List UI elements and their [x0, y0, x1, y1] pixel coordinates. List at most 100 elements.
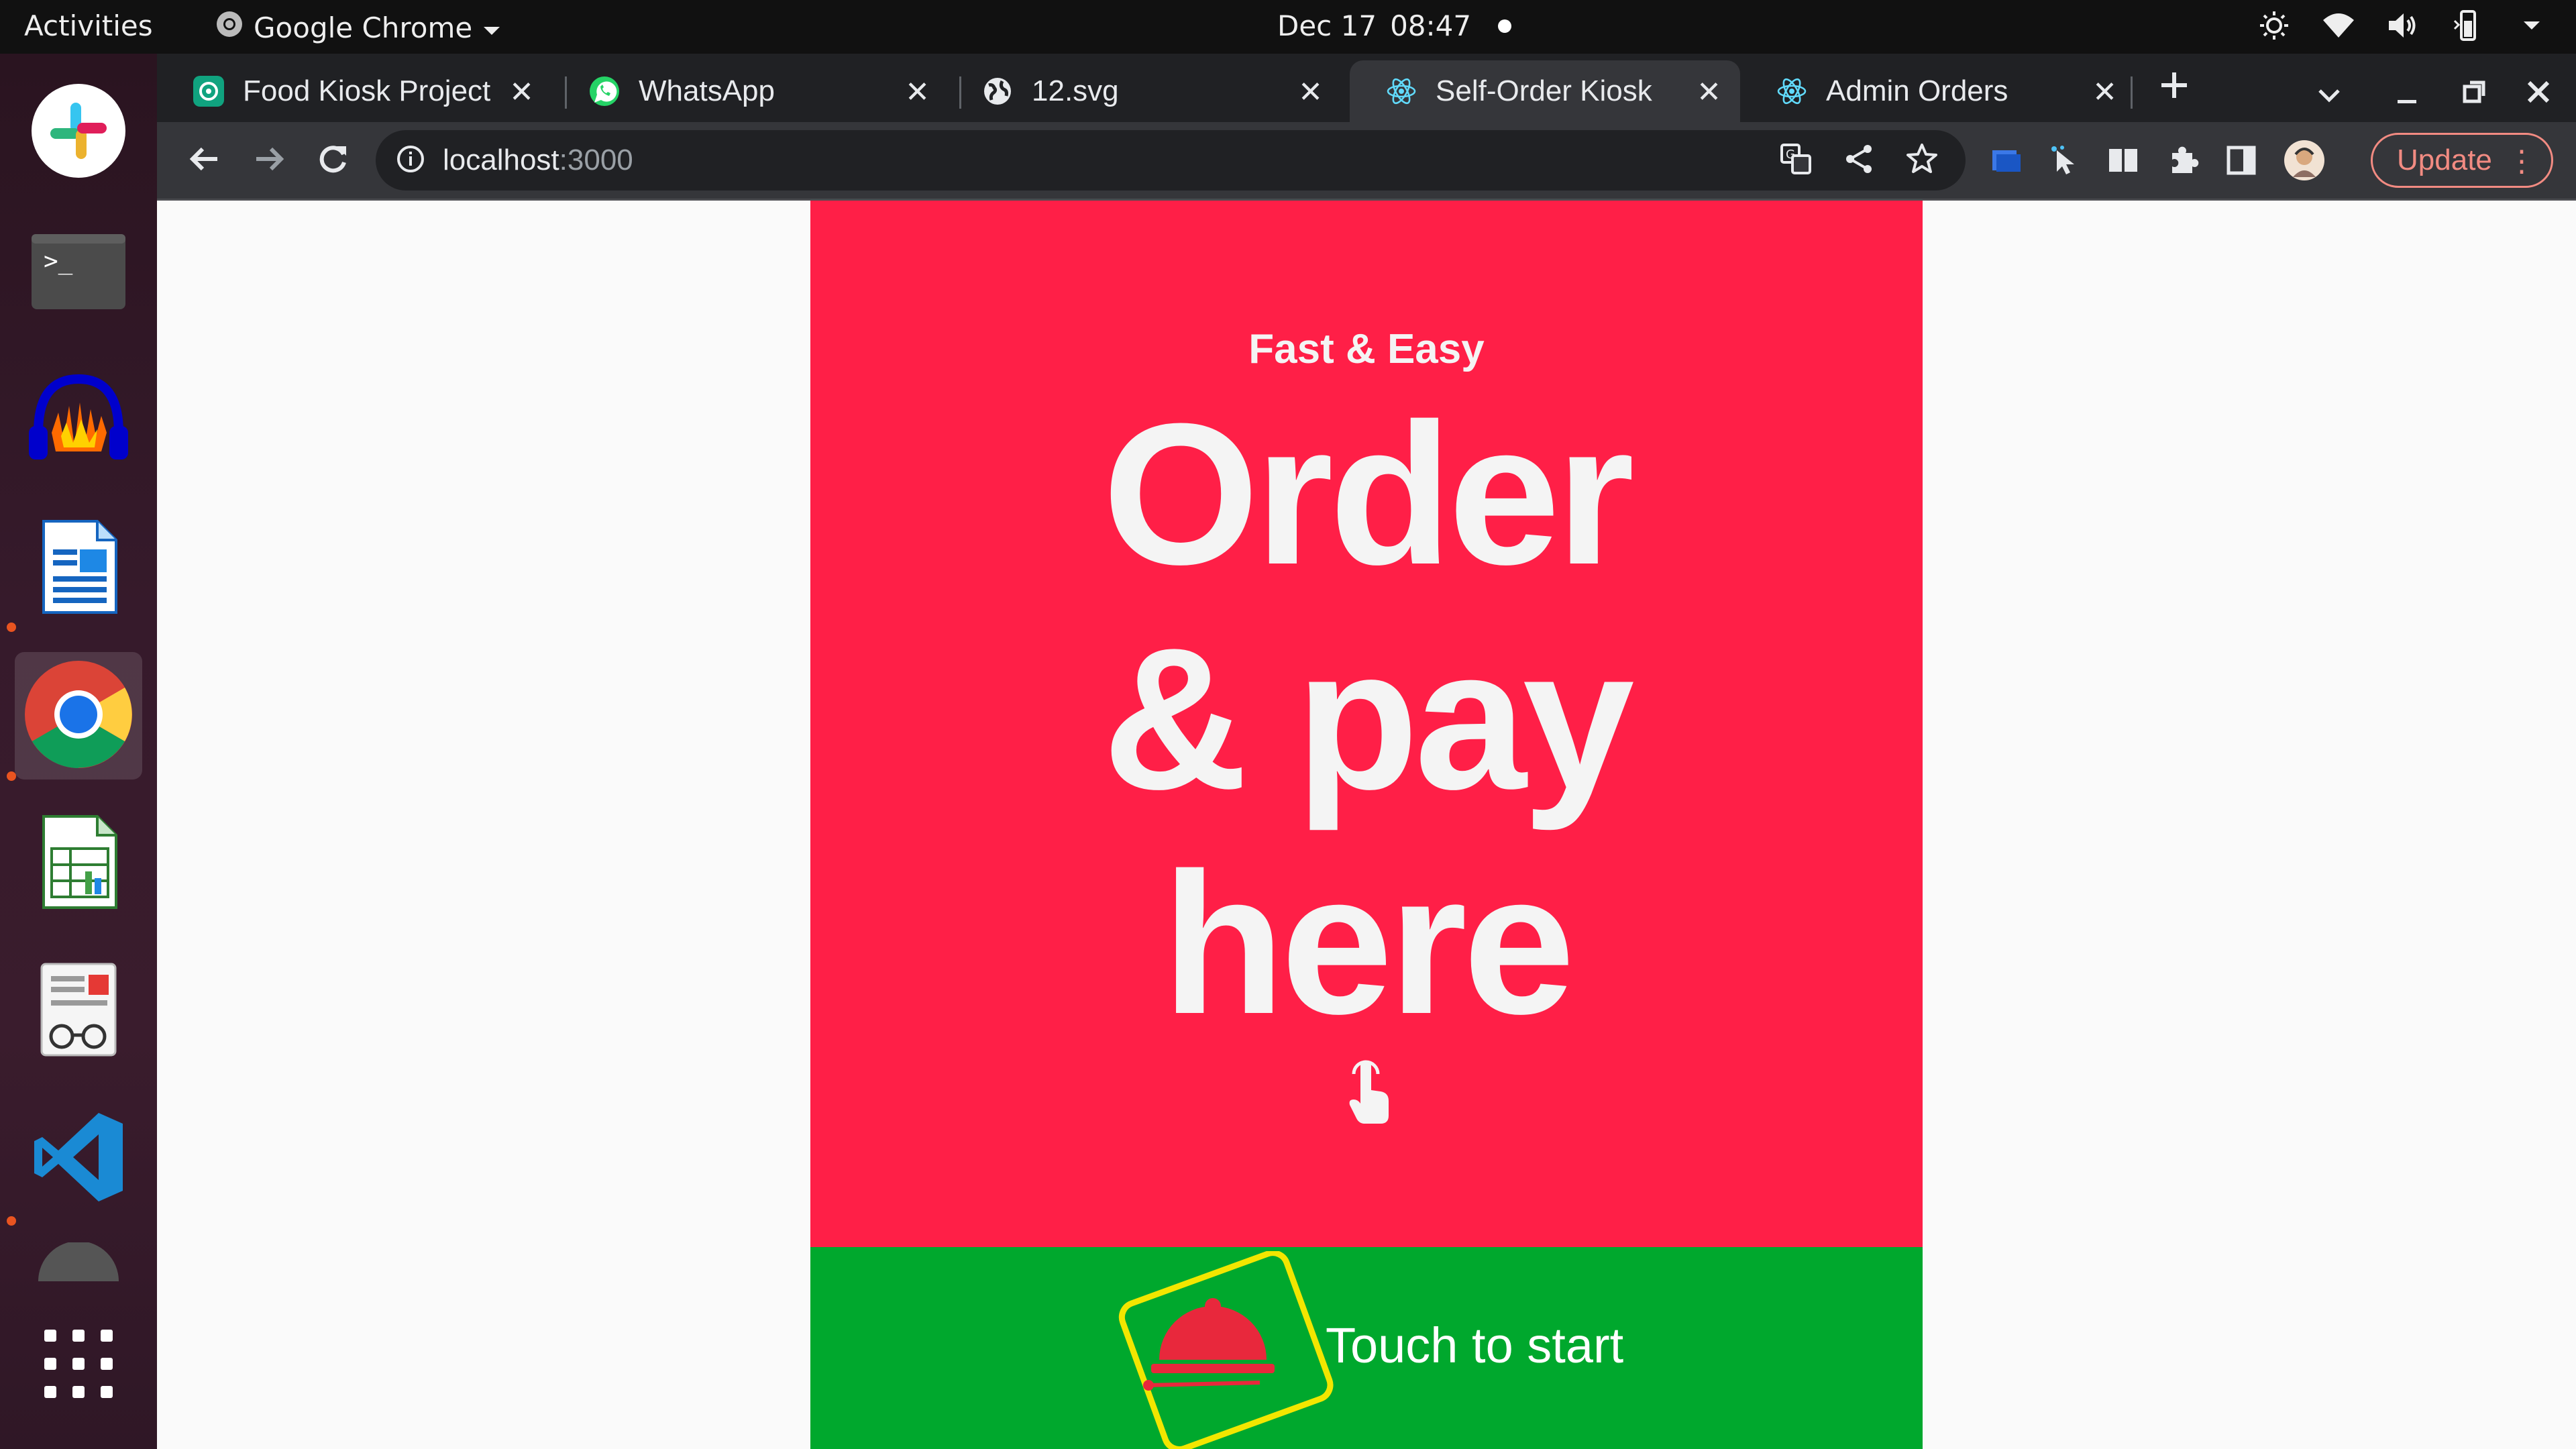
hand-pointer-icon [1344, 1059, 1393, 1126]
document-viewer-icon [35, 963, 122, 1059]
bookmark-star-icon[interactable] [1905, 142, 1939, 178]
tab-title: 12.svg [1032, 74, 1119, 107]
chrome-small-icon [215, 9, 244, 46]
page-viewport: Fast & Easy Order & pay here Touch to st… [157, 201, 2576, 1449]
brightness-icon [2257, 8, 2292, 43]
close-window-button[interactable] [2525, 74, 2552, 114]
url-port: :3000 [559, 144, 633, 176]
tab-self-order-kiosk[interactable]: Self-Order Kiosk ✕ [1350, 60, 1740, 122]
headline-line: here [1162, 830, 1575, 1056]
show-applications-button[interactable] [15, 1301, 142, 1429]
share-icon[interactable] [1842, 142, 1876, 178]
audacity-icon [25, 372, 132, 469]
close-tab-icon[interactable]: ✕ [905, 75, 930, 109]
tab-food-kiosk-project[interactable]: Food Kiosk Project ✕ [157, 60, 553, 122]
whatsapp-icon [589, 76, 620, 107]
system-tray[interactable] [2257, 8, 2549, 43]
restore-button[interactable] [2461, 74, 2487, 114]
hero-banner: Fast & Easy Order & pay here [810, 201, 1923, 1247]
cloche-logo-icon [1099, 1250, 1334, 1449]
reading-mode-icon[interactable] [2106, 144, 2140, 180]
headline-line: Order [1102, 381, 1635, 606]
headline: Order & pay here [810, 382, 1923, 1056]
dock-item-slack[interactable] [15, 68, 142, 196]
back-button[interactable] [184, 140, 225, 181]
tab-title: Admin Orders [1826, 74, 2008, 107]
close-tab-icon[interactable]: ✕ [2092, 75, 2117, 109]
update-label: Update [2397, 144, 2492, 176]
clock[interactable]: Dec 17 08:47 [1277, 9, 1512, 42]
touch-to-start-bar[interactable]: Touch to start [810, 1247, 1923, 1449]
tab-separator [2131, 76, 2133, 109]
translate-icon[interactable]: G [1779, 142, 1813, 178]
profile-avatar[interactable] [2284, 140, 2325, 184]
tab-whatsapp[interactable]: WhatsApp ✕ [553, 60, 949, 122]
extension-cursor-icon[interactable] [2047, 144, 2081, 180]
plus-icon [2157, 70, 2191, 111]
ubuntu-dock: >_ [0, 54, 157, 1449]
tab-title: Self-Order Kiosk [1436, 74, 1652, 107]
forward-button[interactable] [248, 140, 290, 181]
time-text: 08:47 [1390, 9, 1472, 42]
activities-button[interactable]: Activities [24, 9, 153, 42]
running-indicator [7, 1216, 16, 1226]
tagline: Fast & Easy [1248, 326, 1485, 372]
kiosk-screen[interactable]: Fast & Easy Order & pay here Touch to st… [810, 201, 1923, 1449]
tab-search-button[interactable] [2316, 74, 2343, 114]
calc-icon [38, 815, 119, 912]
dock-item-vscode[interactable] [15, 1095, 142, 1222]
headline-line: & pay [1102, 606, 1635, 831]
extensions-puzzle-icon[interactable] [2165, 144, 2199, 180]
react-icon [1776, 76, 1807, 107]
wifi-icon [2321, 8, 2356, 43]
dock-item-audacity[interactable] [15, 357, 142, 484]
app-grid-icon [42, 1327, 115, 1403]
touch-to-start-label: Touch to start [1326, 1318, 1624, 1373]
dock-item-partial[interactable] [15, 1242, 142, 1283]
globe-icon [982, 76, 1013, 107]
terminal-icon: >_ [32, 234, 125, 312]
extensions-area [1988, 140, 2325, 184]
update-button[interactable]: Update ⋮ [2371, 133, 2553, 188]
dock-item-document-viewer[interactable] [15, 947, 142, 1075]
chatgpt-icon [193, 76, 224, 107]
chrome-icon [23, 659, 133, 772]
extension-window-icon[interactable] [1988, 144, 2022, 180]
dock-item-writer[interactable] [15, 504, 142, 632]
tab-title: WhatsApp [639, 74, 775, 107]
chevron-down-icon [482, 11, 502, 44]
dock-item-terminal[interactable]: >_ [15, 209, 142, 337]
new-tab-button[interactable] [2157, 68, 2191, 111]
vscode-icon [32, 1110, 125, 1207]
reload-button[interactable] [313, 140, 354, 181]
app-menu[interactable]: Google Chrome [215, 9, 502, 46]
tab-12-svg[interactable]: 12.svg ✕ [946, 60, 1342, 122]
url-text: localhost:3000 [443, 144, 633, 177]
dock-item-chrome[interactable] [15, 652, 142, 780]
close-tab-icon[interactable]: ✕ [1697, 75, 1721, 109]
address-bar[interactable]: localhost:3000 G [376, 130, 1966, 191]
close-tab-icon[interactable]: ✕ [509, 75, 534, 109]
url-host: localhost [443, 144, 559, 176]
notification-dot-icon [1498, 19, 1512, 33]
svg-text:>_: >_ [44, 248, 73, 275]
reload-icon [317, 142, 350, 178]
svg-text:G: G [1786, 148, 1795, 162]
chrome-toolbar: localhost:3000 G Update ⋮ [157, 122, 2576, 201]
more-menu-icon: ⋮ [2507, 145, 2536, 178]
close-icon [2525, 74, 2552, 114]
side-panel-icon[interactable] [2224, 144, 2258, 180]
minimize-icon [2394, 74, 2420, 114]
site-info-icon[interactable] [396, 144, 425, 176]
app-menu-label: Google Chrome [254, 11, 473, 44]
tab-admin-orders[interactable]: Admin Orders ✕ [1740, 60, 2136, 122]
minimize-button[interactable] [2394, 74, 2420, 114]
dock-item-calc[interactable] [15, 800, 142, 927]
chrome-tab-strip: Food Kiosk Project ✕ WhatsApp ✕ 12.svg ✕… [157, 54, 2576, 122]
gnome-top-bar: Activities Google Chrome Dec 17 08:47 [0, 0, 2576, 54]
arrow-right-icon [252, 142, 286, 178]
close-tab-icon[interactable]: ✕ [1298, 75, 1323, 109]
partial-app-icon [35, 1242, 122, 1283]
volume-icon [2385, 8, 2420, 43]
arrow-left-icon [188, 142, 221, 178]
